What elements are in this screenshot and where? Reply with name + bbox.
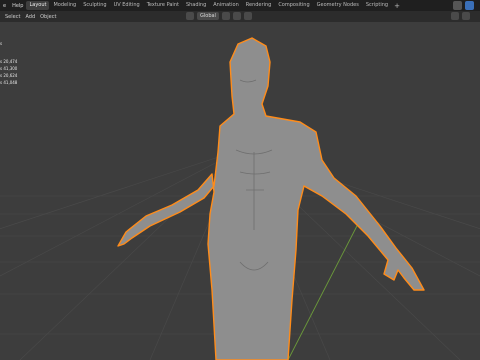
- view-layer-icon[interactable]: [465, 1, 474, 10]
- tab-uv-editing[interactable]: UV Editing: [111, 1, 143, 10]
- overlays-icon[interactable]: [451, 12, 459, 20]
- snap-icon[interactable]: [232, 12, 241, 20]
- add-workspace-button[interactable]: +: [394, 2, 400, 10]
- transform-orientation-dropdown[interactable]: Global: [197, 12, 219, 20]
- tab-modeling[interactable]: Modeling: [50, 1, 79, 10]
- menu-file[interactable]: e: [3, 3, 6, 9]
- stats-vertices: s 41,300: [0, 66, 18, 71]
- add-menu[interactable]: Add: [25, 14, 35, 20]
- transform-tools: Global: [186, 12, 252, 20]
- tab-texture-paint[interactable]: Texture Paint: [144, 1, 182, 10]
- tab-rendering[interactable]: Rendering: [243, 1, 275, 10]
- scene-icon[interactable]: [453, 1, 462, 10]
- human-mesh-object[interactable]: [117, 37, 425, 360]
- viewport-header: Select Add Object Global: [0, 11, 480, 22]
- stats-edges: s 20,624: [0, 73, 18, 78]
- select-menu[interactable]: Select: [5, 14, 20, 20]
- orientation-icon[interactable]: [186, 12, 194, 20]
- tab-layout[interactable]: Layout: [26, 1, 50, 10]
- y-axis-line: [287, 219, 361, 360]
- stats-objects: s 20,474: [0, 59, 18, 64]
- tab-compositing[interactable]: Compositing: [275, 1, 312, 10]
- top-right-controls: [453, 1, 474, 10]
- tab-geometry-nodes[interactable]: Geometry Nodes: [314, 1, 362, 10]
- statistics-overlay: s s 20,474 s 41,300 s 20,624 s 41,048: [0, 40, 17, 86]
- tab-shading[interactable]: Shading: [183, 1, 209, 10]
- gizmo-icon[interactable]: [462, 12, 470, 20]
- overlay-controls: [451, 12, 470, 20]
- stats-heading: s: [0, 41, 3, 46]
- tab-scripting[interactable]: Scripting: [363, 1, 391, 10]
- tab-animation[interactable]: Animation: [210, 1, 242, 10]
- top-menu-bar: e Help Layout Modeling Sculpting UV Edit…: [0, 0, 480, 11]
- menu-help[interactable]: Help: [12, 3, 23, 9]
- tab-sculpting[interactable]: Sculpting: [80, 1, 109, 10]
- object-menu[interactable]: Object: [40, 14, 56, 20]
- pivot-icon[interactable]: [221, 12, 230, 20]
- proportional-edit-icon[interactable]: [243, 12, 252, 20]
- stats-faces: s 41,048: [0, 80, 18, 85]
- 3d-viewport[interactable]: [0, 22, 480, 360]
